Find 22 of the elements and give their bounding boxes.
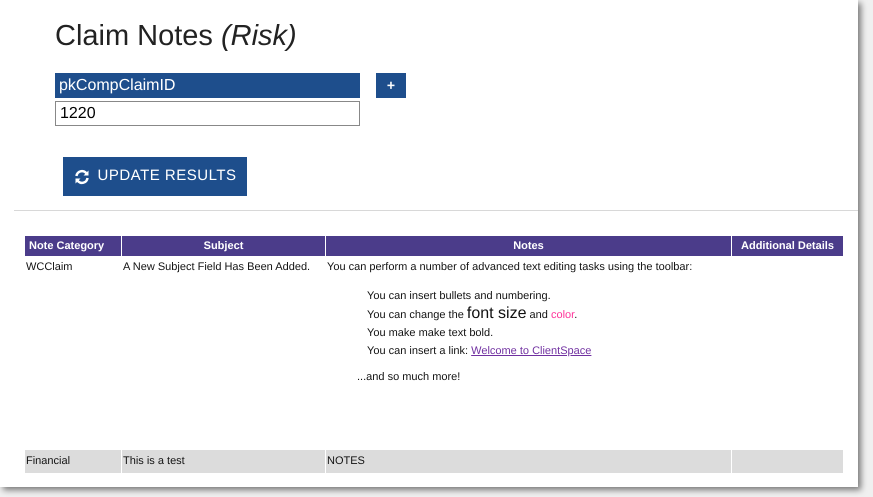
- link[interactable]: Welcome to ClientSpace: [471, 344, 592, 356]
- table-cell: This is a test: [122, 450, 325, 472]
- field-label: pkCompClaimID: [55, 73, 360, 98]
- notes-outro: ...and so much more!: [356, 370, 462, 384]
- add-button[interactable]: +: [376, 73, 406, 98]
- column-header: Additional Details: [732, 236, 843, 256]
- notes-line: You can change the font size and color.: [367, 306, 578, 322]
- table-cell-text: WCClaim: [25, 260, 74, 275]
- notes-line: You make make text bold.: [367, 326, 494, 340]
- column-header: Note Category: [25, 236, 121, 256]
- table-cell-text: A New Subject Field Has Been Added.: [122, 260, 312, 275]
- input-field[interactable]: 1220: [55, 101, 360, 126]
- notes-line: You can insert a link: Welcome to ClientSpace: [367, 344, 592, 358]
- notes-line: You can insert bullets and numbering.: [367, 288, 552, 304]
- update-results-button[interactable]: UPDATE RESULTS: [63, 157, 247, 196]
- column-header: Subject: [122, 236, 325, 256]
- table-cell: Financial: [25, 450, 121, 472]
- page-title: Claim Notes (Risk): [55, 19, 298, 54]
- table-cell: NOTES: [326, 450, 731, 472]
- column-header: Notes: [326, 236, 731, 256]
- refresh-icon: [74, 168, 90, 184]
- notes-intro: You can perform a number of advanced text editing tasks using the toolbar:: [327, 260, 694, 275]
